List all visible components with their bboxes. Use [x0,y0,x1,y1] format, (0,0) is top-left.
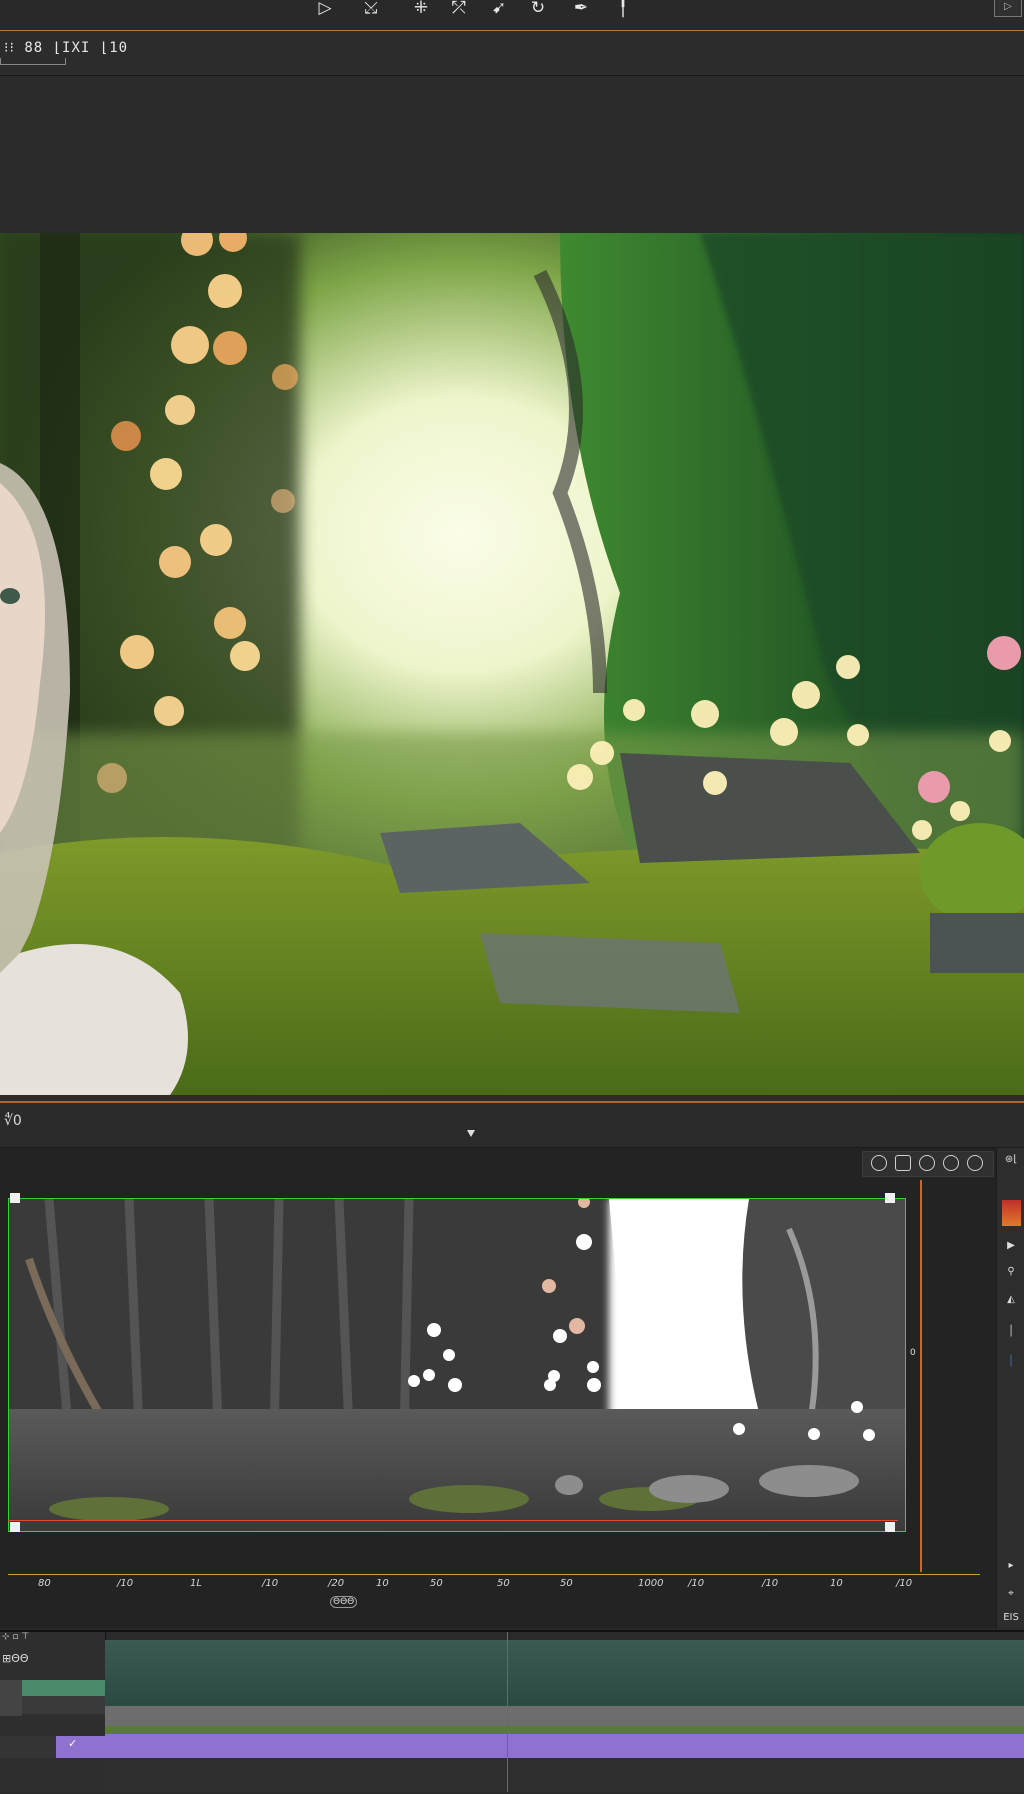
preview-thumbnail [9,1199,905,1531]
boundary-marker-label: 0 [910,1348,916,1358]
arrow-icon[interactable]: ➹ [488,0,510,20]
target-icon[interactable]: ⌖ [1001,1588,1021,1599]
ruler-tick-label: 50 [430,1578,443,1589]
preview-header: ∜0 [0,1103,1024,1148]
track-header-green[interactable] [22,1680,105,1696]
color-swatch[interactable] [1002,1200,1021,1226]
cursor-icon[interactable]: ⤩ [360,0,382,20]
video-track[interactable] [105,1640,1024,1706]
pin-icon[interactable]: ⚲ [1001,1266,1021,1277]
time-ruler[interactable]: 80 /10 1L /10 /20 10 50 50 50 1000 /10 /… [0,1572,996,1610]
divider-icon: │ [1007,1326,1015,1337]
ruler-tick-label: /10 [117,1578,134,1589]
ruler-tick-label: 50 [560,1578,573,1589]
arrow-right-icon[interactable]: ▸ [1001,1560,1021,1571]
settings-icon[interactable] [943,1155,959,1171]
ruler-tick-label: 1000 [638,1578,664,1589]
crop-handle-bottom-right[interactable] [885,1522,895,1532]
green-track[interactable] [105,1726,1024,1734]
panel-toggle-button[interactable]: ▷ [994,0,1022,17]
ruler-badge[interactable]: ΘΘΘ [330,1596,358,1608]
ruler-tick-label: 10 [830,1578,843,1589]
preview-boundary-line[interactable] [920,1180,922,1572]
transform-icon[interactable]: ⤱ [448,0,470,20]
track-header-row[interactable] [22,1696,105,1714]
pen-icon[interactable]: ✒ [570,0,592,20]
playhead-marker[interactable] [467,1130,475,1137]
strip-footer-label: EIS [1003,1612,1019,1623]
empty-track[interactable] [105,1758,1024,1792]
frame-bottom-guide [8,1520,898,1521]
timeline-cursor[interactable] [507,1632,508,1792]
play-icon[interactable]: ▷ [314,0,336,20]
purple-clip-track[interactable] [105,1734,1024,1758]
viewer-image[interactable] [0,233,1024,1095]
right-tool-strip: ⊛⌊ ▶ ⚲ ◭ │ │ ▸ ⌖ EIS [996,1148,1024,1628]
pin-icon[interactable]: ╿ [612,0,634,20]
triangle-icon[interactable]: ◭ [1001,1294,1021,1305]
clip-marker: ✓ [68,1737,78,1750]
timeline-label: ⊹ ▫ ⊤ [2,1632,30,1642]
info-bar: ⁝⁝ 88 ⌊IXI ⌊10 [0,31,1024,76]
timeline-track-label: ⊞ΘΘ [2,1652,29,1665]
track-header-row[interactable] [0,1736,56,1758]
main-viewer[interactable] [0,76,1024,1101]
mask-icon[interactable] [919,1155,935,1171]
preview-frame[interactable] [8,1198,906,1532]
level-indicator-icon: │ [1007,1356,1015,1367]
preview-header-label: ∜0 [4,1113,22,1129]
ruler-tick-label: /10 [762,1578,779,1589]
ruler-tick-label: /20 [328,1578,345,1589]
ruler-tick-label: 1L [190,1578,202,1589]
adjustment-track[interactable] [105,1706,1024,1726]
crop-handle-bottom-left[interactable] [10,1522,20,1532]
top-toolbar: ▷ ⤩ ⁜ ⤱ ➹ ↻ ✒ ╿ ▷ [0,0,1024,31]
play-icon[interactable]: ▶ [1001,1240,1021,1251]
ruler-tick-label: /10 [262,1578,279,1589]
panel-menu-label[interactable]: ⊛⌊ [1001,1154,1021,1165]
info-underline [0,58,66,65]
select-icon[interactable]: ⁜ [410,0,432,20]
ruler-tick-label: 50 [497,1578,510,1589]
track-header-thumb[interactable] [0,1680,22,1716]
ruler-tick-label: /10 [896,1578,913,1589]
forest-scene-render [0,233,1024,1095]
compare-icon[interactable] [895,1155,911,1171]
rotate-icon[interactable]: ↻ [527,0,549,20]
color-wheel-icon[interactable] [967,1155,983,1171]
ruler-tick-label: 80 [38,1578,51,1589]
frame-info-readout: ⁝⁝ 88 ⌊IXI ⌊10 [4,40,129,56]
track-header-purple[interactable]: ✓ [56,1736,105,1758]
preview-tool-group [862,1151,994,1177]
undo-icon[interactable] [871,1155,887,1171]
ruler-tick-label: /10 [688,1578,705,1589]
ruler-tick-label: 10 [376,1578,389,1589]
crop-handle-top-right[interactable] [885,1193,895,1203]
ruler-baseline [8,1574,980,1575]
crop-handle-top-left[interactable] [10,1193,20,1203]
